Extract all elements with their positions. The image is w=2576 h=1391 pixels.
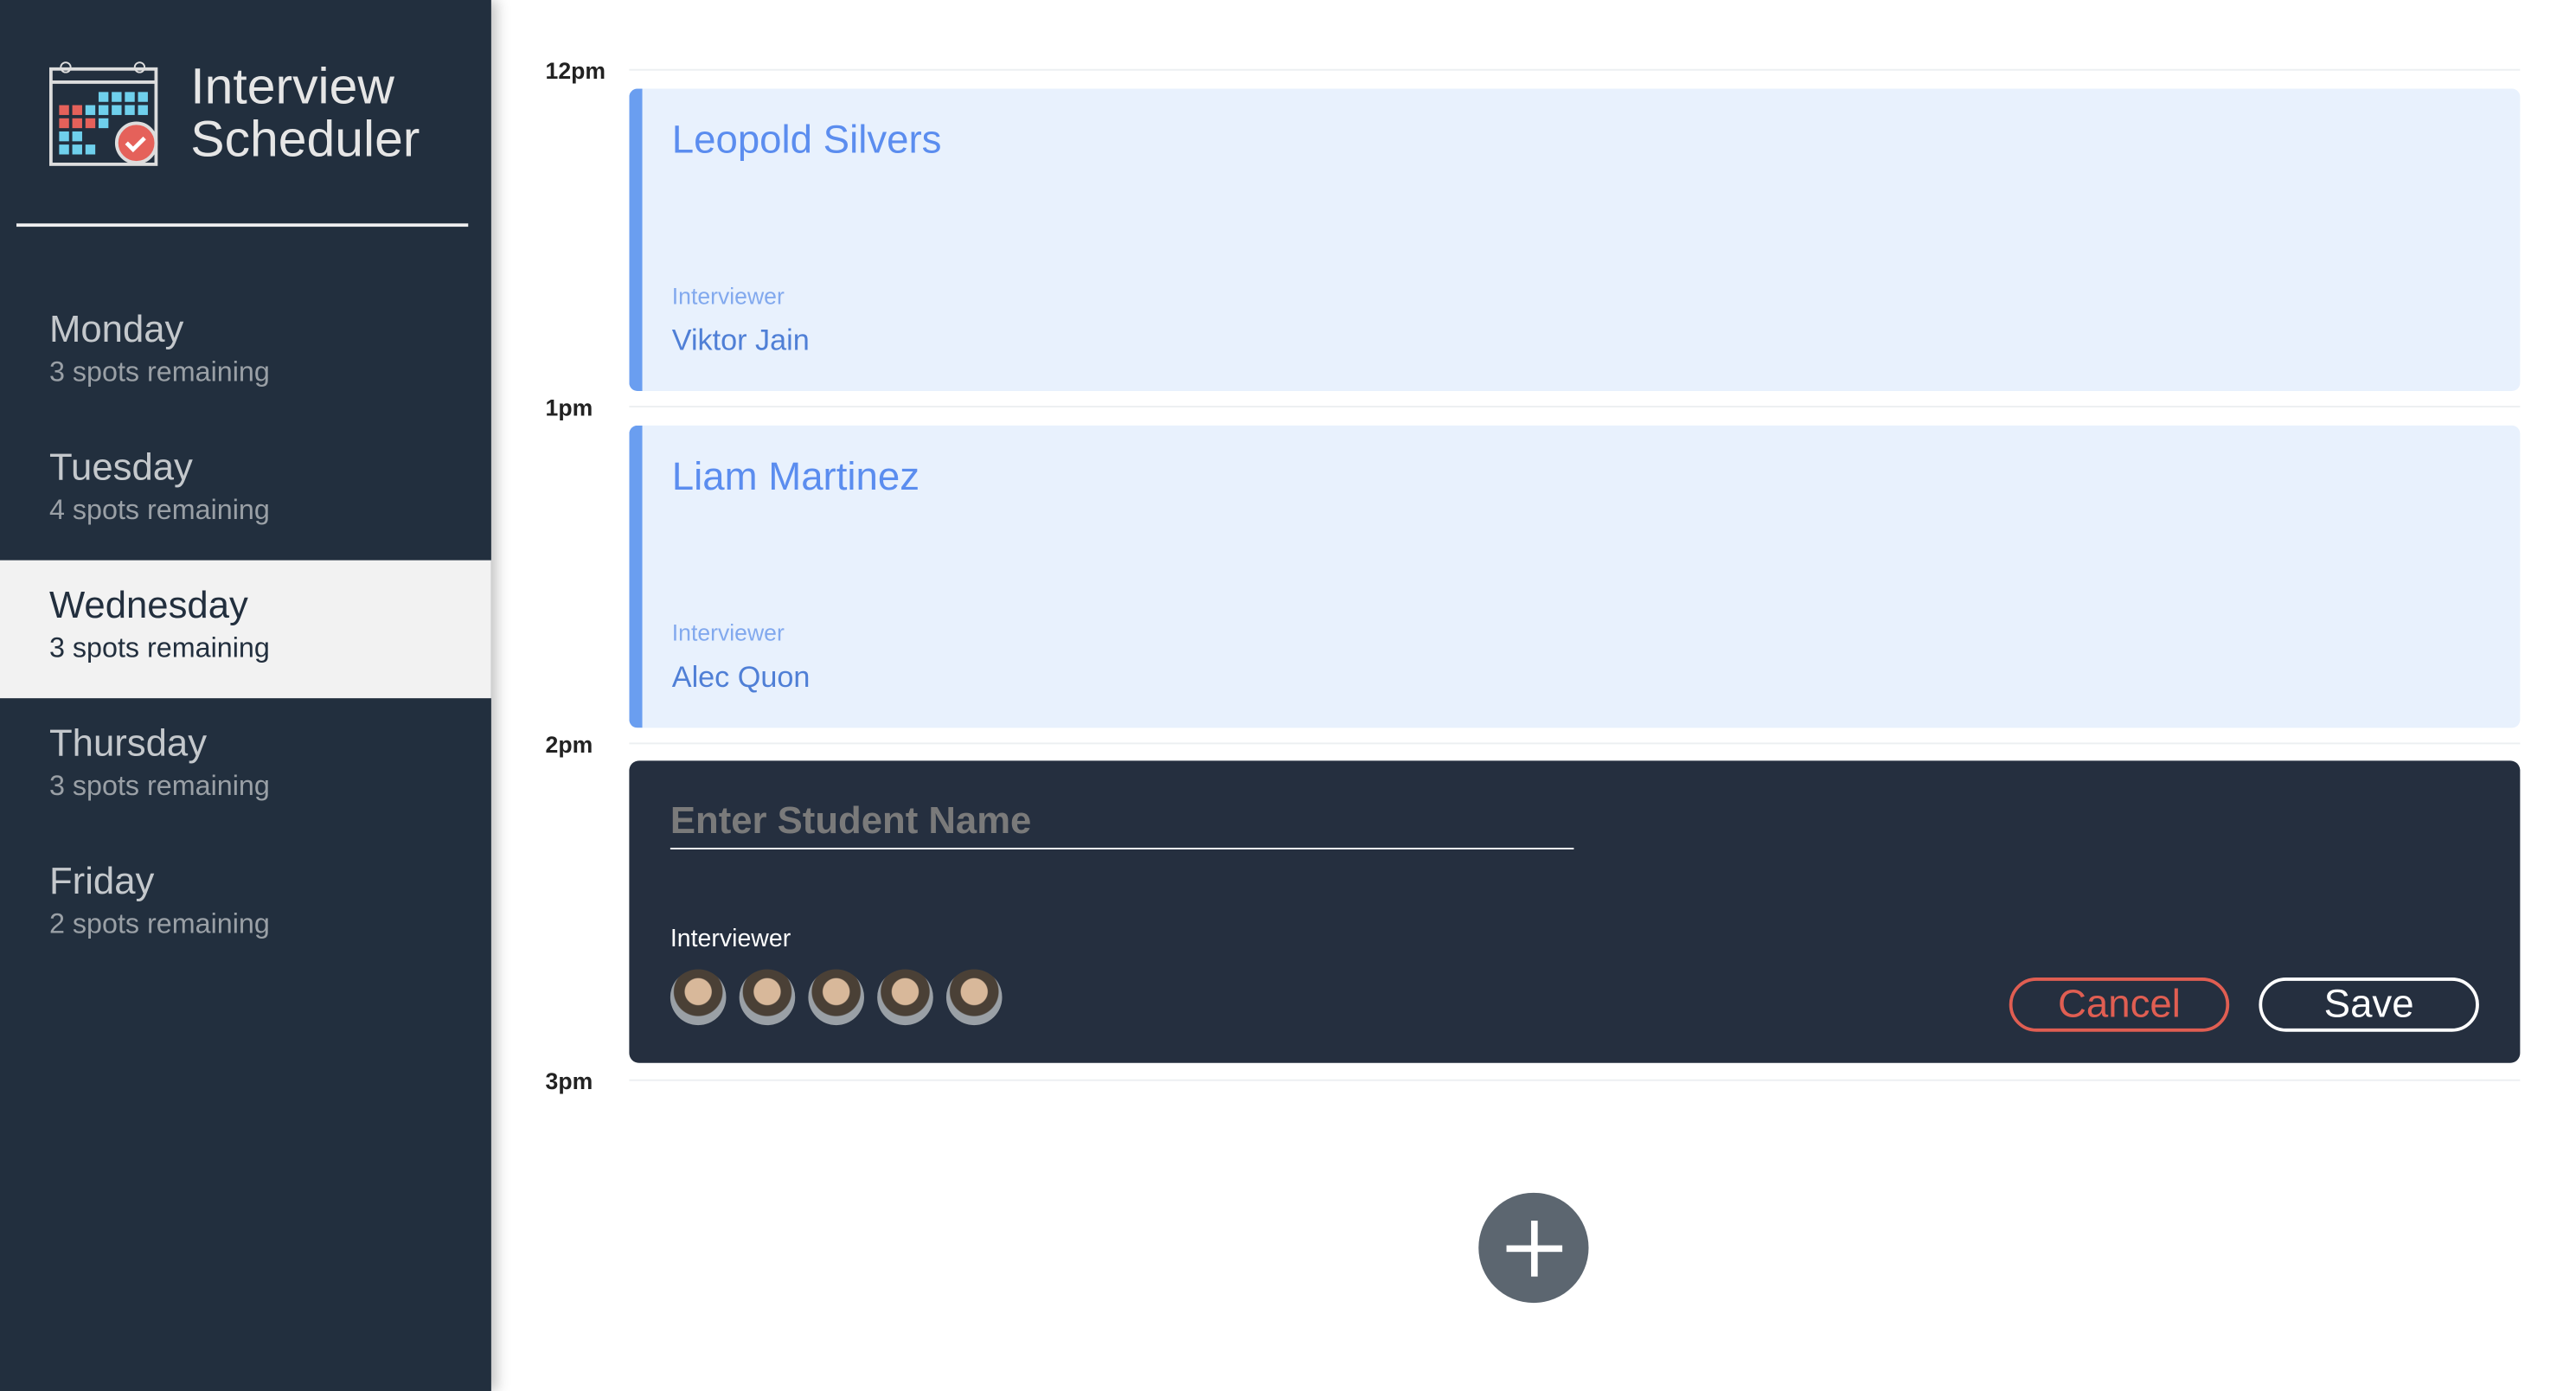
- interviewer-label: Interviewer: [671, 282, 785, 310]
- student-name: Liam Martinez: [671, 455, 920, 500]
- day-item-monday[interactable]: Monday 3 spots remaining: [0, 285, 491, 423]
- day-spots: 4 spots remaining: [48, 494, 270, 526]
- interviewer-label: Interviewer: [671, 619, 785, 646]
- cancel-button[interactable]: Cancel: [2009, 978, 2230, 1032]
- day-name: Monday: [48, 307, 184, 350]
- interviewer-avatar[interactable]: [877, 969, 933, 1026]
- student-name-input[interactable]: [670, 793, 1574, 849]
- app-title: Interview Scheduler: [190, 57, 420, 168]
- interviewer-name: Alec Quon: [671, 660, 811, 694]
- day-name: Tuesday: [48, 445, 193, 489]
- interviewer-avatar[interactable]: [808, 969, 864, 1026]
- day-name: Friday: [48, 859, 155, 902]
- day-name: Thursday: [48, 721, 208, 765]
- appointment-card[interactable]: Leopold Silvers Interviewer Viktor Jain: [629, 88, 2521, 392]
- day-spots: 3 spots remaining: [48, 632, 270, 664]
- day-item-thursday[interactable]: Thursday 3 spots remaining: [0, 698, 491, 837]
- add-appointment-button[interactable]: [1478, 1192, 1589, 1304]
- interviewer-avatar[interactable]: [945, 969, 1003, 1026]
- save-button[interactable]: Save: [2259, 978, 2479, 1032]
- time-divider: [629, 68, 2521, 71]
- time-label: 1pm: [545, 394, 593, 421]
- app-title-line2: Scheduler: [190, 110, 420, 168]
- interviewer-label: Interviewer: [670, 925, 791, 953]
- time-label: 3pm: [545, 1067, 593, 1094]
- interviewer-avatar[interactable]: [670, 969, 727, 1026]
- appointment-form: Interviewer Cancel Save: [629, 760, 2521, 1063]
- schedule: 12pm Leopold Silvers Interviewer Viktor …: [491, 0, 2576, 1391]
- interviewer-avatar[interactable]: [739, 969, 796, 1026]
- divider: [16, 223, 469, 228]
- day-list: Monday 3 spots remaining Tuesday 4 spots r…: [0, 285, 491, 975]
- time-divider: [629, 1079, 2521, 1081]
- time-label: 2pm: [545, 731, 593, 758]
- day-item-tuesday[interactable]: Tuesday 4 spots remaining: [0, 422, 491, 561]
- interviewer-list: [670, 969, 1003, 1026]
- calendar-logo-icon: [48, 61, 158, 166]
- student-name: Leopold Silvers: [671, 118, 942, 163]
- time-divider: [629, 742, 2521, 745]
- day-item-friday[interactable]: Friday 2 spots remaining: [0, 837, 491, 975]
- time-divider: [629, 406, 2521, 408]
- appointment-card[interactable]: Liam Martinez Interviewer Alec Quon: [629, 425, 2521, 728]
- logo: Interview Scheduler: [48, 57, 420, 168]
- day-spots: 3 spots remaining: [48, 770, 270, 802]
- day-spots: 3 spots remaining: [48, 356, 270, 388]
- day-name: Wednesday: [48, 583, 248, 626]
- app-title-line1: Interview: [190, 57, 394, 115]
- day-spots: 2 spots remaining: [48, 908, 270, 940]
- day-item-wednesday[interactable]: Wednesday 3 spots remaining: [0, 560, 491, 699]
- interviewer-name: Viktor Jain: [671, 324, 810, 357]
- sidebar: Interview Scheduler Monday 3 spots remaini…: [0, 0, 491, 1391]
- time-label: 12pm: [545, 57, 606, 84]
